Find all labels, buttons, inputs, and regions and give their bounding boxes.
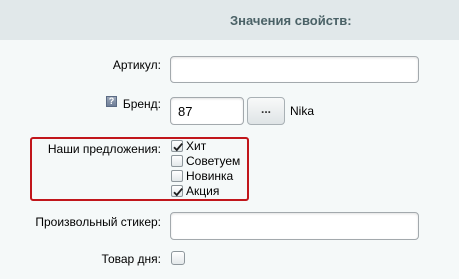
offer-option-label: Хит — [186, 139, 207, 153]
product-of-day-label: Товар дня: — [101, 252, 161, 266]
brand-browse-button[interactable]: ... — [247, 97, 285, 125]
question-mark-icon[interactable]: ? — [106, 96, 117, 107]
checkmark-icon — [173, 143, 183, 152]
checkbox[interactable] — [171, 155, 183, 167]
checkbox[interactable] — [171, 140, 183, 152]
checkmark-icon — [173, 188, 183, 197]
checkbox[interactable] — [171, 170, 183, 182]
product-of-day-checkbox[interactable] — [171, 251, 185, 265]
section-header: Значения свойств: — [0, 0, 459, 40]
offers-label: Наши предложения: — [47, 142, 161, 156]
article-label: Артикул: — [112, 58, 161, 72]
brand-name: Nika — [290, 104, 315, 118]
sticker-input[interactable] — [170, 212, 419, 240]
checkbox[interactable] — [171, 185, 183, 197]
section-title: Значения свойств: — [230, 13, 352, 28]
offer-option-label: Новинка — [186, 169, 234, 183]
article-input[interactable] — [170, 56, 419, 83]
brand-label: Бренд: — [122, 97, 161, 111]
offer-option-label: Акция — [186, 184, 220, 198]
brand-id-input[interactable] — [170, 97, 244, 125]
sticker-label: Произвольный стикер: — [35, 215, 161, 229]
offer-option-label: Советуем — [186, 154, 241, 168]
